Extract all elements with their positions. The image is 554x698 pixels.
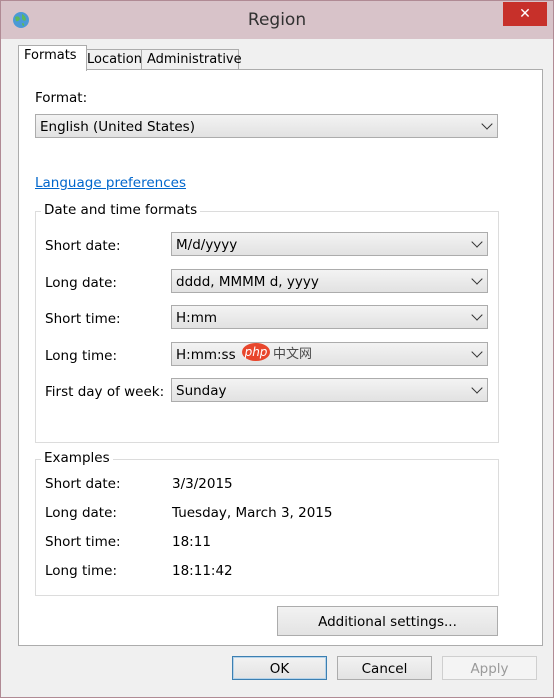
watermark-logo: php (242, 343, 270, 361)
chevron-down-icon (471, 273, 483, 285)
first-day-dropdown[interactable]: Sunday (171, 378, 488, 402)
long-date-dropdown[interactable]: dddd, MMMM d, yyyy (171, 269, 488, 293)
long-time-value: H:mm:ss (176, 347, 236, 363)
tab-location[interactable]: Location (81, 49, 147, 70)
first-day-value: Sunday (176, 383, 227, 399)
title-bar[interactable]: Region ✕ (1, 1, 553, 39)
close-button[interactable]: ✕ (503, 2, 547, 26)
example-long-date-label: Long date: (45, 505, 117, 521)
language-preferences-link[interactable]: Language preferences (35, 175, 186, 191)
window-title: Region (247, 10, 307, 30)
long-time-label: Long time: (45, 348, 118, 364)
chevron-down-icon (471, 382, 483, 394)
site-watermark: php 中文网 (242, 342, 312, 362)
chevron-down-icon (471, 236, 483, 248)
cancel-button[interactable]: Cancel (337, 656, 432, 680)
examples-group: Examples Short date: 3/3/2015 Long date:… (35, 450, 499, 596)
first-day-label: First day of week: (45, 384, 165, 400)
date-time-formats-group: Date and time formats Short date: M/d/yy… (35, 202, 499, 443)
example-short-date-value: 3/3/2015 (172, 476, 233, 492)
example-long-date-value: Tuesday, March 3, 2015 (172, 505, 333, 521)
apply-button[interactable]: Apply (442, 656, 537, 680)
dialog-body: Formats Location Administrative Format: … (8, 39, 546, 689)
long-date-label: Long date: (45, 275, 117, 291)
short-time-value: H:mm (176, 310, 218, 326)
short-date-dropdown[interactable]: M/d/yyyy (171, 232, 488, 256)
date-time-formats-title: Date and time formats (41, 202, 201, 218)
tab-administrative[interactable]: Administrative (141, 49, 242, 70)
additional-settings-button[interactable]: Additional settings... (277, 606, 498, 636)
examples-title: Examples (41, 450, 113, 466)
format-dropdown[interactable]: English (United States) (35, 114, 498, 138)
region-dialog: Region ✕ Formats Location Administrative… (0, 0, 554, 698)
long-time-dropdown[interactable]: H:mm:ss (171, 342, 488, 366)
example-short-date-label: Short date: (45, 476, 121, 492)
watermark-text: 中文网 (273, 346, 313, 362)
chevron-down-icon (471, 309, 483, 321)
example-long-time-label: Long time: (45, 563, 118, 579)
format-label: Format: (35, 90, 88, 106)
short-time-label: Short time: (45, 311, 121, 327)
example-long-time-value: 18:11:42 (172, 563, 233, 579)
long-date-value: dddd, MMMM d, yyyy (176, 274, 319, 290)
short-date-value: M/d/yyyy (176, 237, 238, 253)
short-date-label: Short date: (45, 238, 121, 254)
chevron-down-icon (471, 346, 483, 358)
short-time-dropdown[interactable]: H:mm (171, 305, 488, 329)
format-value: English (United States) (40, 119, 195, 135)
example-short-time-label: Short time: (45, 534, 121, 550)
example-short-time-value: 18:11 (172, 534, 211, 550)
ok-button[interactable]: OK (232, 656, 327, 680)
tab-formats[interactable]: Formats (18, 45, 87, 71)
chevron-down-icon (481, 118, 493, 130)
